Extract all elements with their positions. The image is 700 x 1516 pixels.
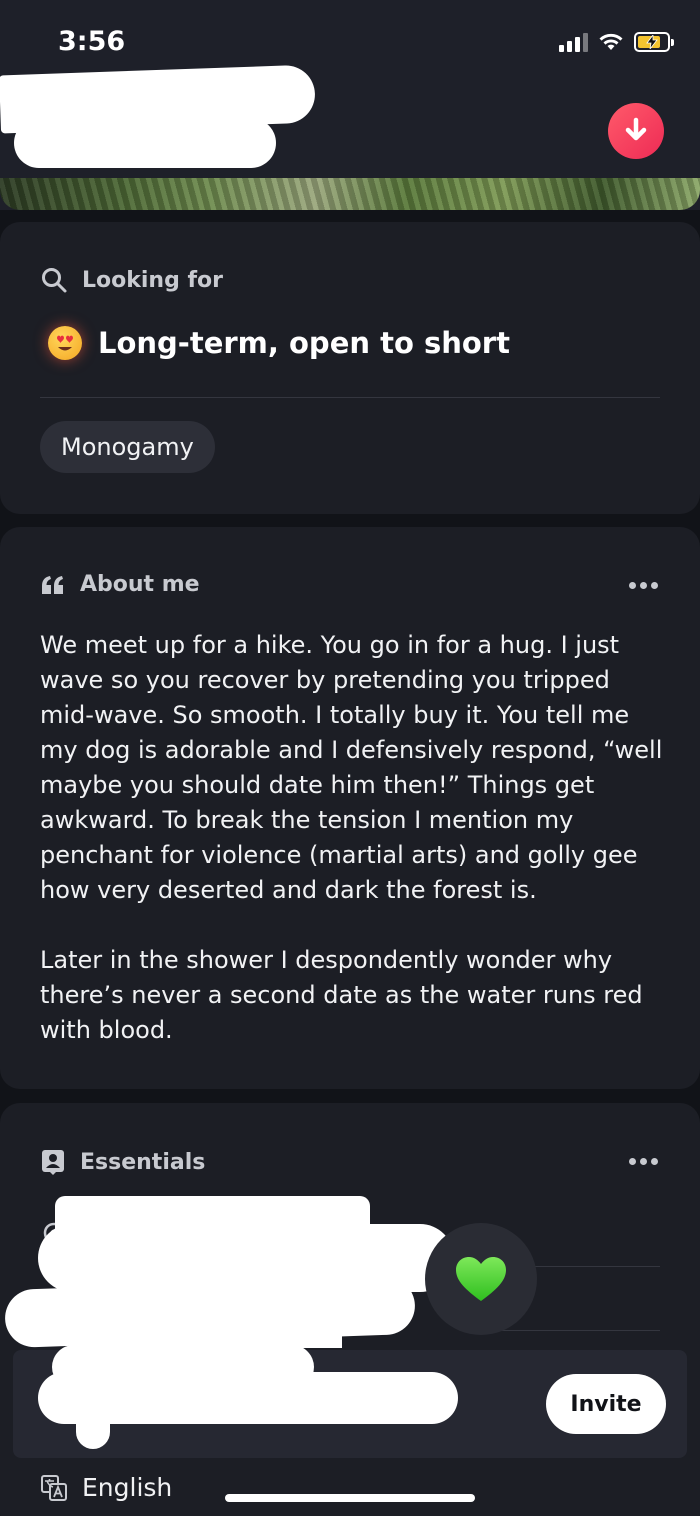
language-row: English bbox=[40, 1473, 172, 1502]
green-heart-icon bbox=[456, 1257, 506, 1301]
redaction-mark bbox=[14, 118, 276, 168]
language-value: English bbox=[82, 1473, 173, 1502]
download-button[interactable] bbox=[608, 103, 664, 159]
signal-icon bbox=[559, 32, 588, 52]
search-icon bbox=[42, 268, 67, 293]
status-icons bbox=[559, 30, 674, 54]
battery-icon bbox=[634, 32, 674, 52]
monogamy-tag: Monogamy bbox=[40, 421, 215, 473]
translate-icon bbox=[41, 1474, 67, 1501]
status-time: 3:56 bbox=[58, 26, 126, 57]
looking-for-label: Looking for bbox=[82, 267, 224, 293]
about-me-text: We meet up for a hike. You go in for a h… bbox=[40, 631, 663, 1044]
about-me-label: About me bbox=[80, 572, 200, 597]
invite-button[interactable]: Invite bbox=[546, 1374, 666, 1434]
quote-icon bbox=[42, 575, 63, 594]
redaction-mark bbox=[82, 1300, 342, 1348]
essentials-header: Essentials bbox=[40, 1148, 205, 1176]
redaction-mark bbox=[76, 1395, 110, 1449]
heart-eyes-emoji-icon bbox=[48, 326, 82, 360]
profile-photo[interactable] bbox=[0, 178, 700, 210]
home-indicator[interactable] bbox=[225, 1494, 475, 1502]
like-button[interactable] bbox=[425, 1223, 537, 1335]
more-dots-icon[interactable] bbox=[629, 1158, 658, 1165]
about-me-header: About me bbox=[40, 572, 200, 597]
person-card-icon bbox=[42, 1150, 64, 1175]
wifi-icon bbox=[599, 33, 623, 50]
arrow-down-icon bbox=[625, 117, 647, 141]
looking-for-value: Long-term, open to short bbox=[98, 326, 510, 360]
divider bbox=[40, 397, 660, 398]
looking-for-header: Looking for bbox=[40, 266, 223, 294]
more-dots-icon[interactable] bbox=[629, 582, 658, 589]
profile-page: 3:56 Looking for Long-term, open to shor… bbox=[0, 0, 700, 1516]
looking-for-value-row: Long-term, open to short bbox=[48, 326, 510, 360]
essentials-label: Essentials bbox=[80, 1149, 206, 1175]
